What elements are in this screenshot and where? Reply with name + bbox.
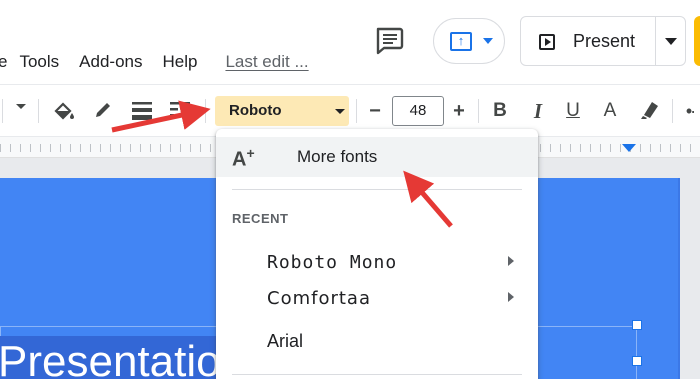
line-dash-options[interactable]: [16, 104, 26, 109]
add-font-icon: A+: [232, 145, 255, 171]
toolbar-divider: [672, 99, 673, 123]
submenu-arrow-icon: [508, 256, 514, 266]
toolbar-divider: [2, 99, 3, 123]
comment-icon: [376, 27, 404, 55]
font-item-label: Comfortaa: [267, 288, 371, 309]
present-button[interactable]: Present: [520, 16, 686, 66]
indent-marker[interactable]: [622, 144, 636, 152]
line-weight-icon[interactable]: [131, 100, 153, 120]
resize-handle[interactable]: [632, 356, 642, 366]
font-size-input[interactable]: 48: [392, 96, 444, 126]
underline-button[interactable]: U: [563, 96, 583, 126]
toolbar-divider: [478, 99, 479, 123]
last-edit-link[interactable]: Last edit ...: [225, 52, 308, 72]
chevron-down-icon: [483, 38, 493, 44]
present-icon: [539, 34, 555, 50]
pencil-icon[interactable]: [92, 99, 114, 121]
font-item-roboto-mono[interactable]: Roboto Mono: [216, 246, 538, 280]
more-fonts-label: More fonts: [297, 147, 378, 166]
font-select-value: Roboto: [229, 102, 282, 119]
menu-bar: e Tools Add-ons Help Last edit ... ↑ Pre…: [0, 0, 700, 84]
increase-font-size-button[interactable]: +: [446, 96, 472, 126]
font-item-arial[interactable]: Arial: [216, 325, 538, 359]
present-options-icon[interactable]: [665, 38, 677, 45]
fill-color-icon[interactable]: [52, 99, 76, 123]
share-button[interactable]: [694, 16, 700, 66]
bold-button[interactable]: B: [490, 96, 510, 126]
chevron-down-icon: [335, 109, 345, 114]
arrow-up-icon: ↑: [457, 33, 465, 48]
italic-button[interactable]: I: [528, 96, 548, 126]
submenu-arrow-icon: [508, 292, 514, 302]
toolbar-divider: [356, 99, 357, 123]
font-item-label: Arial: [267, 331, 304, 351]
slide-title[interactable]: Presentatio: [0, 336, 225, 379]
menu-item-edit[interactable]: e: [0, 52, 7, 72]
menu-item-help[interactable]: Help: [162, 52, 197, 72]
resize-handle[interactable]: [632, 320, 642, 330]
highlight-color-icon[interactable]: [638, 99, 662, 121]
decrease-font-size-button[interactable]: −: [362, 96, 388, 126]
toolbar-divider: [38, 99, 39, 123]
menu-divider: [232, 374, 522, 375]
chevron-down-icon: [16, 104, 26, 109]
recent-heading: RECENT: [232, 211, 289, 226]
present-label: Present: [573, 31, 636, 51]
line-dash-icon[interactable]: [169, 100, 191, 120]
comment-button[interactable]: [372, 26, 408, 56]
font-dropdown-menu: A+ More fonts RECENT Roboto Mono Comfort…: [216, 129, 538, 379]
menu-divider: [232, 189, 522, 190]
menu: e Tools Add-ons Help Last edit ...: [0, 52, 329, 72]
menu-item-addons[interactable]: Add-ons: [79, 52, 142, 72]
slideshow-upload-button[interactable]: ↑: [433, 18, 505, 64]
font-select[interactable]: Roboto: [215, 96, 349, 126]
more-options-icon[interactable]: •·: [680, 96, 700, 126]
menu-item-tools[interactable]: Tools: [19, 52, 59, 72]
toolbar-divider: [205, 99, 206, 123]
font-item-comfortaa[interactable]: Comfortaa: [216, 282, 538, 316]
text-color-button[interactable]: A: [600, 96, 620, 126]
more-fonts-item[interactable]: A+ More fonts: [216, 137, 538, 177]
present-divider: [655, 17, 656, 65]
font-item-label: Roboto Mono: [267, 252, 398, 273]
